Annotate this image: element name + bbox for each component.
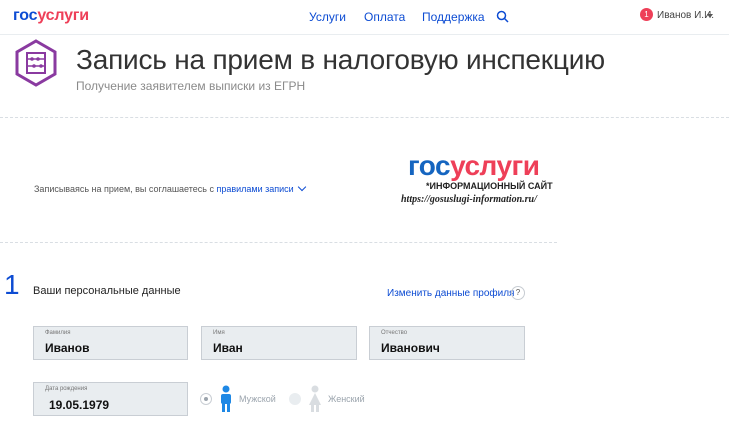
last-name-value: Иванов: [45, 341, 90, 355]
agreement-text: Записываясь на прием, вы соглашаетесь с …: [34, 182, 306, 194]
watermark-subtitle: *ИНФОРМАЦИОННЫЙ САЙТ: [426, 181, 553, 191]
agreement-prefix: Записываясь на прием, вы соглашаетесь с: [34, 184, 217, 194]
male-radio[interactable]: [200, 393, 212, 405]
male-icon[interactable]: [219, 385, 233, 413]
top-bar: госуслуги Услуги Оплата Поддержка 1 Иван…: [0, 0, 729, 35]
help-icon[interactable]: ?: [511, 286, 525, 300]
divider: [0, 242, 557, 243]
logo-part-1: гос: [13, 7, 38, 24]
first-name-field[interactable]: Имя Иван: [201, 326, 357, 360]
male-label[interactable]: Мужской: [239, 394, 276, 404]
gosuslugi-logo[interactable]: госуслуги: [13, 7, 89, 25]
rules-link[interactable]: правилами записи: [216, 184, 293, 194]
patronymic-field[interactable]: Отчество Иванович: [369, 326, 525, 360]
birth-date-label: Дата рождения: [45, 386, 88, 392]
nav-services[interactable]: Услуги: [309, 10, 346, 24]
patronymic-label: Отчество: [381, 330, 408, 336]
watermark-logo: госуслуги: [408, 150, 540, 182]
first-name-label: Имя: [213, 330, 225, 336]
step-title: Ваши персональные данные: [33, 285, 181, 297]
chevron-down-icon[interactable]: [707, 14, 713, 18]
nav-payment[interactable]: Оплата: [364, 10, 405, 24]
first-name-value: Иван: [213, 341, 243, 355]
page-subtitle: Получение заявителем выписки из ЕГРН: [76, 79, 306, 93]
birth-date-value: 19.05.1979: [49, 398, 110, 412]
female-radio[interactable]: [289, 393, 301, 405]
watermark-url: https://gosuslugi-information.ru/: [401, 194, 537, 205]
watermark-logo-part-1: гос: [408, 150, 451, 181]
logo-part-2: услуги: [37, 7, 89, 24]
last-name-label: Фамилия: [45, 330, 71, 336]
abacus-icon: [15, 39, 57, 87]
patronymic-value: Иванович: [381, 341, 440, 355]
female-icon[interactable]: [308, 385, 322, 413]
page-title: Запись на прием в налоговую инспекцию: [76, 44, 605, 75]
divider: [0, 117, 729, 118]
edit-profile-link[interactable]: Изменить данные профиля: [387, 288, 514, 299]
chevron-down-icon[interactable]: [297, 182, 306, 192]
birth-date-field[interactable]: Дата рождения 19.05.1979: [33, 382, 188, 416]
user-menu[interactable]: Иванов И.И.: [657, 10, 714, 21]
notification-badge[interactable]: 1: [640, 8, 653, 21]
step-number: 1: [4, 269, 20, 300]
search-icon[interactable]: [496, 10, 510, 24]
last-name-field[interactable]: Фамилия Иванов: [33, 326, 188, 360]
female-label[interactable]: Женский: [328, 394, 365, 404]
watermark-logo-part-2: услуги: [450, 150, 540, 181]
nav-support[interactable]: Поддержка: [422, 10, 485, 24]
